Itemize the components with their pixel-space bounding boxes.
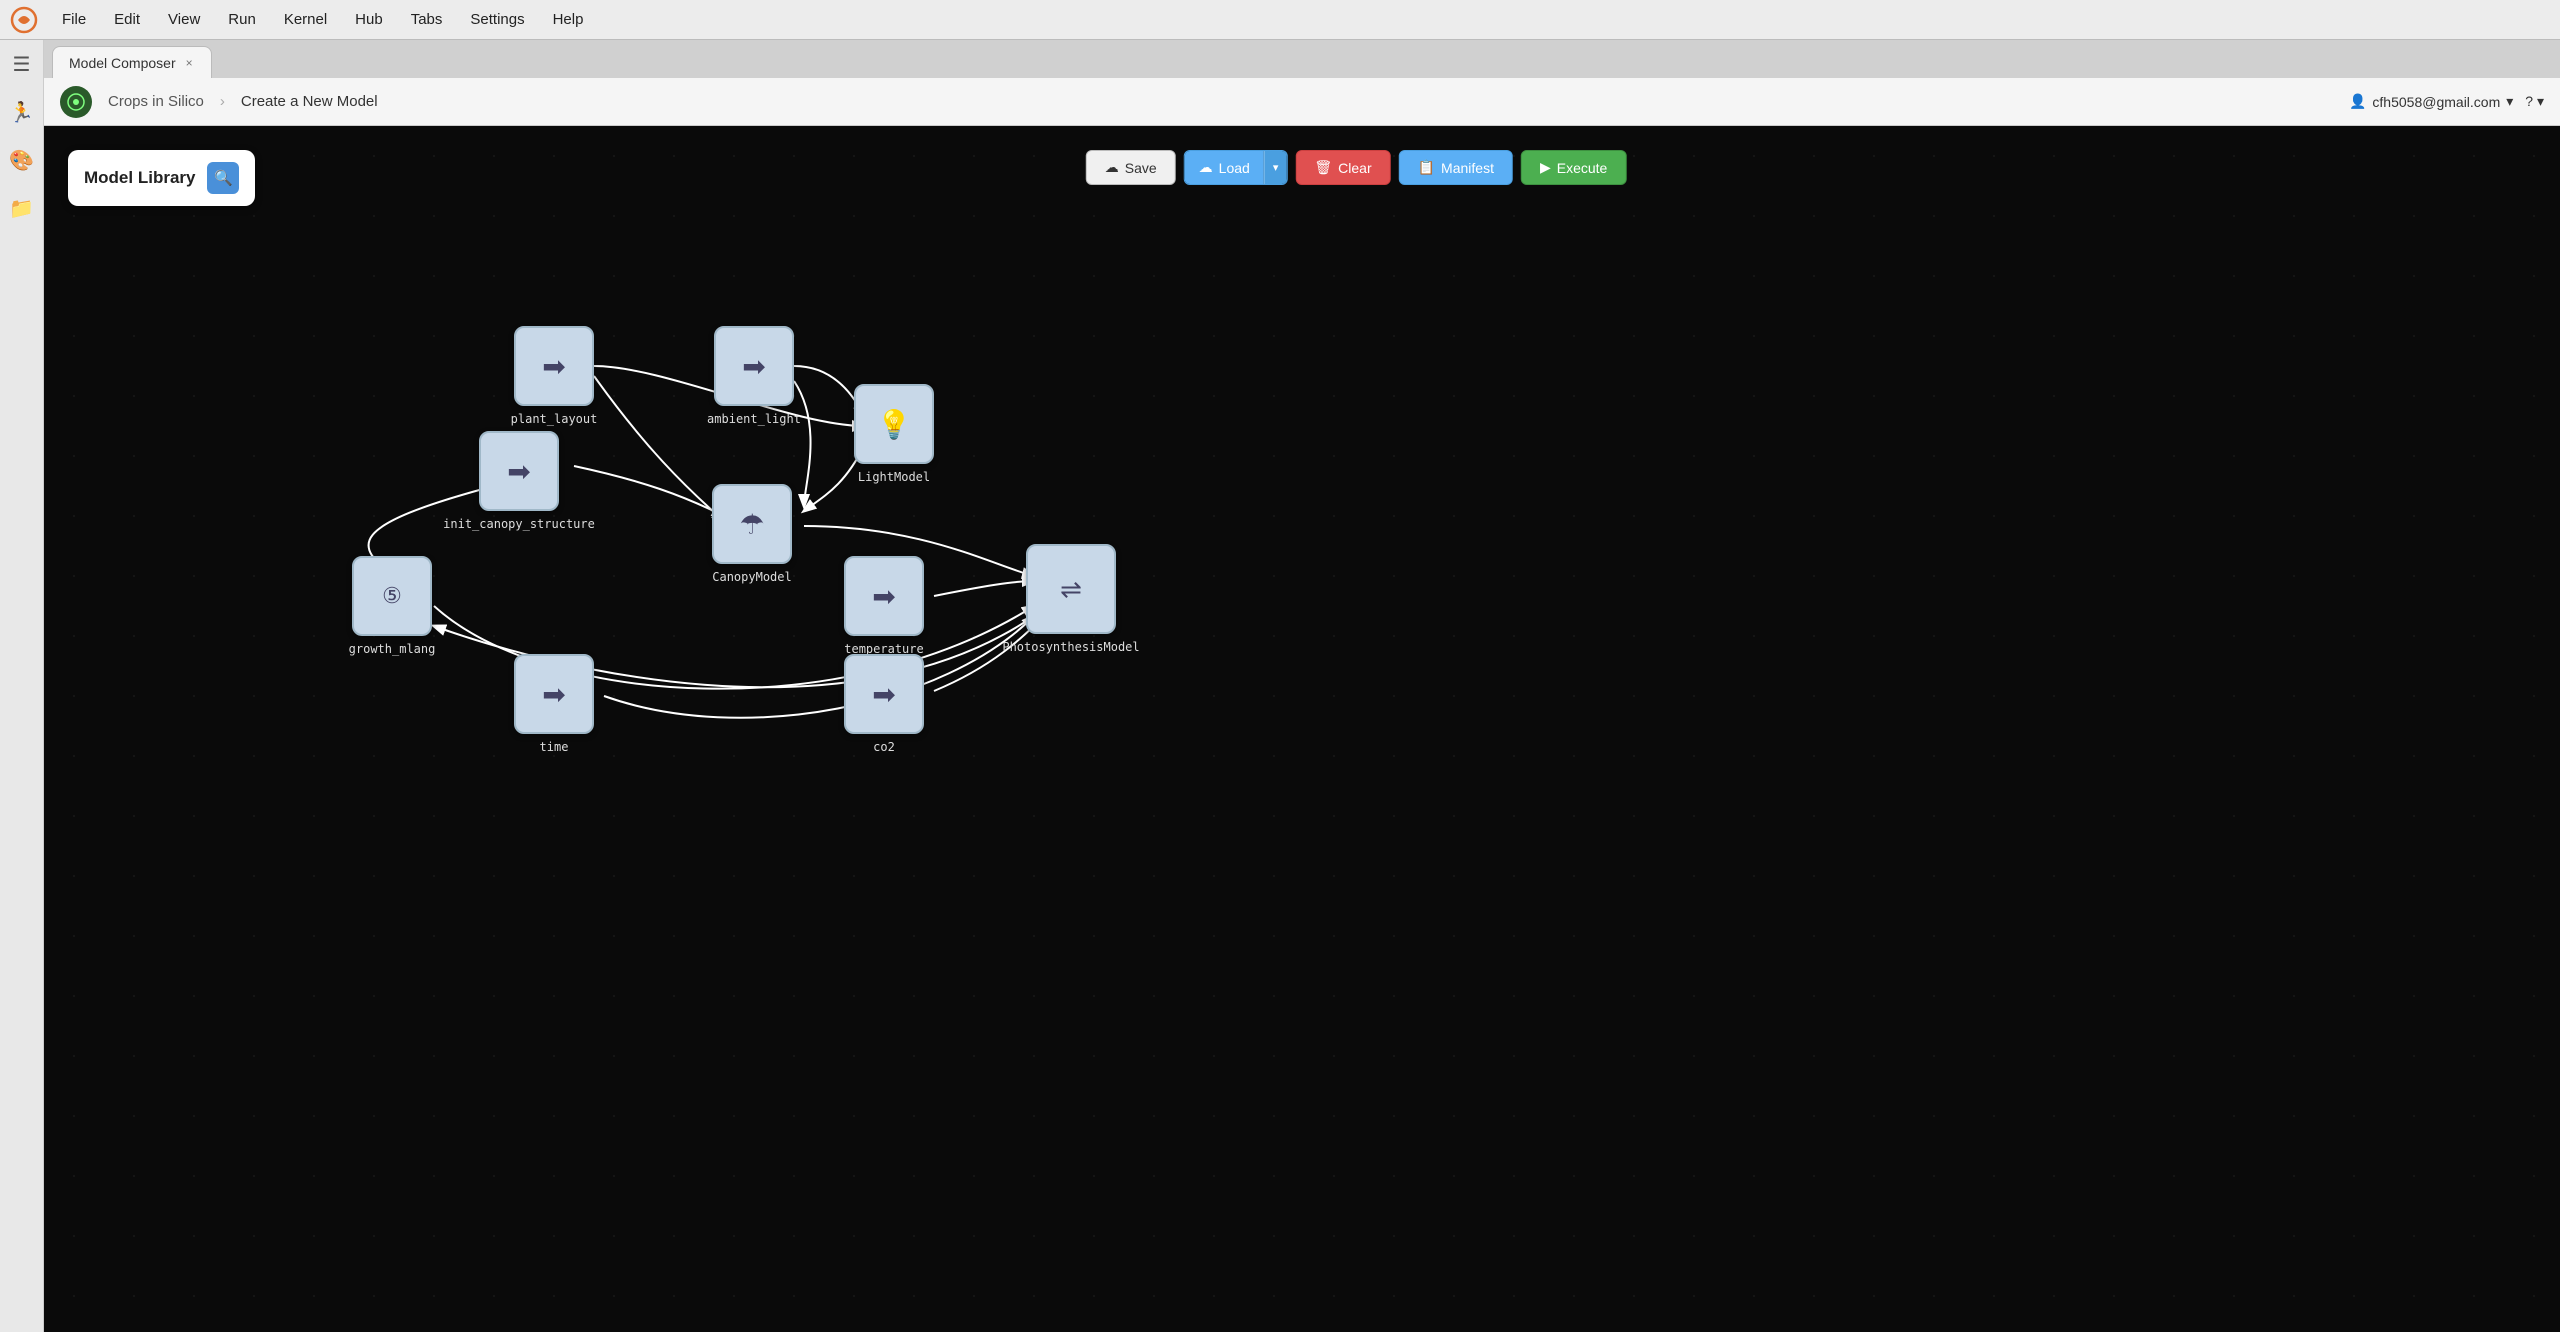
node-canopy-model-label: CanopyModel [712,570,791,584]
node-time-icon: ➡ [542,678,565,711]
menu-hub[interactable]: Hub [343,7,395,32]
manifest-icon: 📋 [1418,159,1435,176]
nav-user-email: cfh5058@gmail.com [2372,94,2500,110]
node-temperature[interactable]: ➡ temperature [844,556,924,636]
load-icon: ☁ [1199,159,1213,176]
model-library-title: Model Library [84,168,195,188]
nav-right-area: 👤 cfh5058@gmail.com ▾ ? ▾ [2349,93,2544,110]
menu-file[interactable]: File [50,7,98,32]
node-init-canopy[interactable]: ➡ init_canopy_structure [479,431,559,511]
manifest-button[interactable]: 📋 Manifest [1399,150,1513,185]
menu-bar: File Edit View Run Kernel Hub Tabs Setti… [0,0,2560,40]
node-photosynthesis-icon: ⇌ [1060,574,1082,605]
load-dropdown-button[interactable]: ▾ [1264,151,1287,184]
node-time-label: time [540,740,569,754]
node-init-canopy-icon: ➡ [507,455,530,488]
tab-title: Model Composer [69,55,176,71]
load-button[interactable]: ☁ Load [1185,151,1264,184]
node-temperature-icon: ➡ [872,580,895,613]
node-canopy-model[interactable]: ☂ CanopyModel [712,484,792,564]
node-co2[interactable]: ➡ co2 [844,654,924,734]
sidebar-icon-run[interactable]: 🏃 [8,98,36,126]
execute-icon: ▶ [1540,159,1551,176]
save-button[interactable]: ☁ Save [1086,150,1176,185]
toolbar: ☁ Save ☁ Load ▾ 🗑 Clear 📋 Manifest ▶ Exe… [1086,150,1627,185]
node-init-canopy-label: init_canopy_structure [443,517,595,531]
menu-tabs[interactable]: Tabs [399,7,455,32]
node-time[interactable]: ➡ time [514,654,594,734]
nav-user[interactable]: 👤 cfh5058@gmail.com ▾ [2349,93,2513,110]
nav-user-dropdown-icon[interactable]: ▾ [2506,93,2513,110]
node-ambient-light-icon: ➡ [742,350,765,383]
clear-button[interactable]: 🗑 Clear [1295,150,1390,185]
sidebar-icon-palette[interactable]: 🎨 [8,146,36,174]
node-light-model-label: LightModel [858,470,930,484]
app-logo [10,6,38,34]
clear-icon: 🗑 [1314,159,1332,176]
node-light-model-icon: 💡 [877,408,912,441]
sidebar-icon-menu[interactable]: ☰ [8,50,36,78]
node-photosynthesis-label: PhotosynthesisModel [1002,640,1139,654]
load-button-group: ☁ Load ▾ [1184,150,1288,185]
top-nav: Crops in Silico › Create a New Model 👤 c… [44,78,2560,126]
menu-edit[interactable]: Edit [102,7,152,32]
nav-logo-icon [60,86,92,118]
node-ambient-light-label: ambient_light [707,412,801,426]
menu-settings[interactable]: Settings [458,7,536,32]
search-button[interactable]: 🔍 [207,162,239,194]
menu-kernel[interactable]: Kernel [272,7,339,32]
node-ambient-light[interactable]: ➡ ambient_light [714,326,794,406]
nav-brand[interactable]: Crops in Silico [108,93,204,110]
node-growth-mlang[interactable]: ⑤ growth_mlang [352,556,432,636]
execute-button[interactable]: ▶ Execute [1521,150,1626,185]
nav-help[interactable]: ? ▾ [2525,93,2544,110]
sidebar-icon-folder[interactable]: 📁 [8,194,36,222]
main-canvas[interactable]: Model Library 🔍 ☁ Save ☁ Load ▾ 🗑 Clear … [44,126,2560,1332]
model-library-panel: Model Library 🔍 [68,150,255,206]
node-co2-icon: ➡ [872,678,895,711]
node-growth-mlang-icon: ⑤ [382,583,402,609]
node-co2-label: co2 [873,740,895,754]
tab-close-button[interactable]: × [184,56,195,70]
menu-help[interactable]: Help [541,7,596,32]
node-growth-mlang-label: growth_mlang [349,642,436,656]
node-canopy-model-icon: ☂ [739,508,764,541]
node-light-model[interactable]: 💡 LightModel [854,384,934,464]
node-plant-layout-icon: ➡ [542,350,565,383]
left-sidebar: ☰ 🏃 🎨 📁 [0,40,44,1332]
tab-bar: Model Composer × [44,40,2560,78]
connections-svg [44,126,2560,1332]
model-composer-tab[interactable]: Model Composer × [52,46,212,78]
node-plant-layout[interactable]: ➡ plant_layout [514,326,594,406]
menu-run[interactable]: Run [216,7,268,32]
create-new-model-link[interactable]: Create a New Model [241,93,378,110]
node-photosynthesis-model[interactable]: ⇌ PhotosynthesisModel [1026,544,1116,634]
node-plant-layout-label: plant_layout [511,412,598,426]
save-icon: ☁ [1105,159,1119,176]
menu-view[interactable]: View [156,7,212,32]
